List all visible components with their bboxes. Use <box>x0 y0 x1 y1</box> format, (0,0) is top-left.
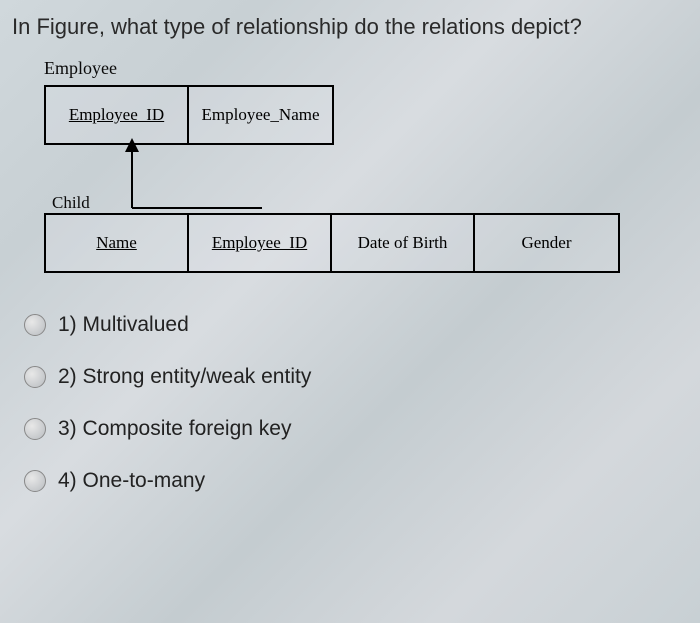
option-4[interactable]: 4) One-to-many <box>24 469 700 493</box>
entity2-attr-3: Gender <box>475 215 618 271</box>
option-4-text: 4) One-to-many <box>58 469 205 493</box>
radio-icon[interactable] <box>24 314 46 336</box>
question-text: In Figure, what type of relationship do … <box>0 0 700 40</box>
option-3-text: 3) Composite foreign key <box>58 417 291 441</box>
entity2-label: Child <box>52 193 700 213</box>
entity2-table: Name Employee_ID Date of Birth Gender <box>44 213 620 273</box>
entity1-attr-1: Employee_Name <box>189 87 332 143</box>
entity1-label: Employee <box>44 58 700 79</box>
answer-options: 1) Multivalued 2) Strong entity/weak ent… <box>24 313 700 493</box>
option-2-text: 2) Strong entity/weak entity <box>58 365 311 389</box>
radio-icon[interactable] <box>24 418 46 440</box>
entity2-attr-0: Name <box>46 215 189 271</box>
option-3[interactable]: 3) Composite foreign key <box>24 417 700 441</box>
radio-icon[interactable] <box>24 470 46 492</box>
option-2[interactable]: 2) Strong entity/weak entity <box>24 365 700 389</box>
option-1[interactable]: 1) Multivalued <box>24 313 700 337</box>
radio-icon[interactable] <box>24 366 46 388</box>
entity1-table: Employee_ID Employee_Name <box>44 85 334 145</box>
entity2-attr-2: Date of Birth <box>332 215 475 271</box>
entity2-attr-1: Employee_ID <box>189 215 332 271</box>
entity1-attr-0: Employee_ID <box>46 87 189 143</box>
er-diagram: Employee Employee_ID Employee_Name Child… <box>44 58 700 273</box>
option-1-text: 1) Multivalued <box>58 313 189 337</box>
